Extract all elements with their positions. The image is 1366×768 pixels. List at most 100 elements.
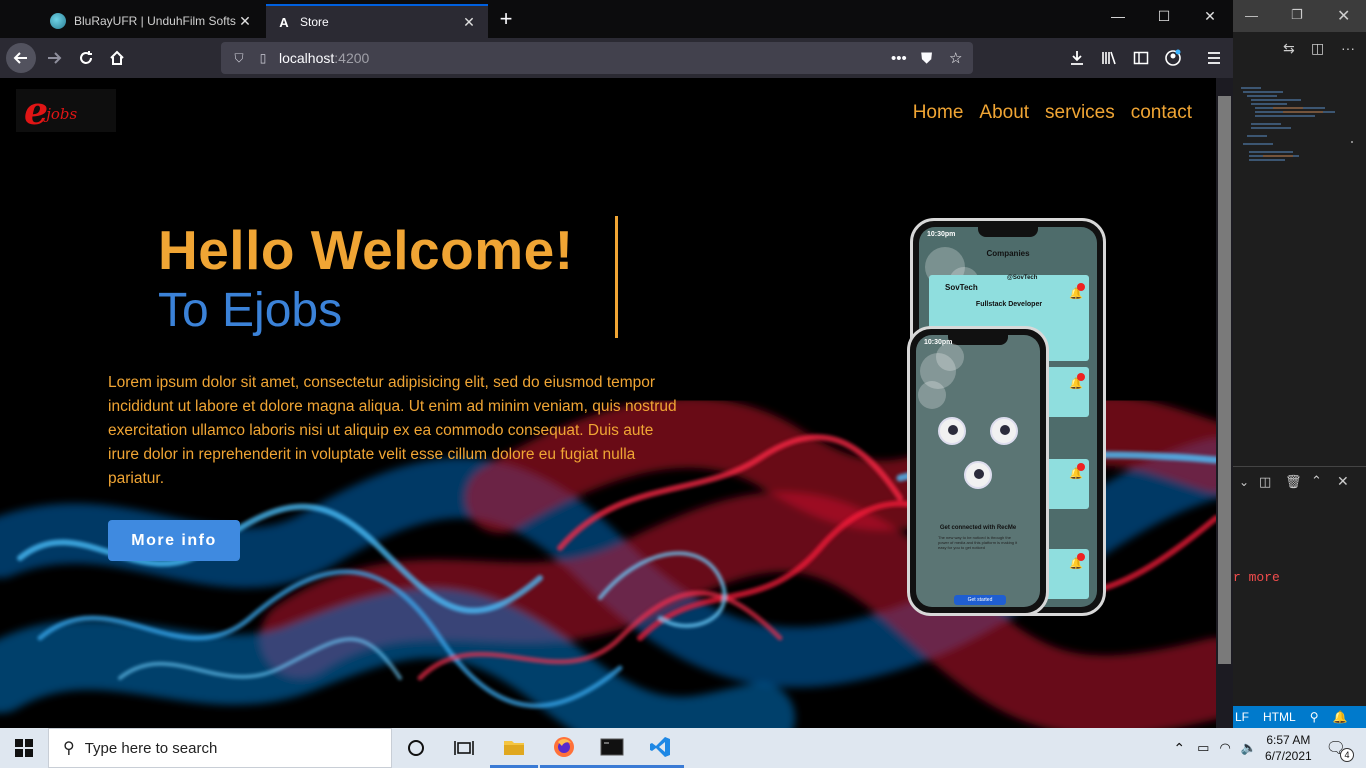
terminal-icon (600, 738, 624, 755)
library-button[interactable] (1095, 44, 1123, 72)
start-button[interactable] (0, 728, 48, 768)
chevron-up-icon[interactable]: ⌃ (1173, 740, 1185, 757)
firefox-icon (554, 736, 574, 757)
reload-button[interactable] (72, 44, 100, 72)
url-host: localhost (279, 50, 335, 66)
account-button[interactable] (1159, 44, 1187, 72)
close-window-button[interactable]: ✕ (1187, 8, 1233, 25)
chevron-up-icon[interactable]: ⌃ (1311, 473, 1322, 489)
downloads-button[interactable] (1063, 44, 1091, 72)
cortana-button[interactable] (392, 728, 440, 768)
back-button[interactable] (6, 43, 36, 73)
bubble-decoration (936, 343, 964, 371)
nav-about-link[interactable]: About (979, 102, 1029, 124)
onboarding-heading: Get connected with RecMe (939, 525, 1017, 531)
panel-toolbar: ⌄ ◫ 🗑 ⌃ ✕ (1233, 466, 1366, 500)
chevron-down-icon[interactable]: ⌄ (1239, 475, 1249, 489)
battery-icon[interactable]: ▭ (1197, 740, 1209, 756)
search-icon: ⚲ (63, 740, 75, 757)
more-actions-icon[interactable]: ··· (1341, 40, 1355, 56)
tab-title: Store (300, 15, 329, 29)
user-avatar (938, 417, 966, 445)
company-name: SovTech (945, 283, 978, 292)
task-view-button[interactable] (440, 728, 488, 768)
user-avatar (990, 417, 1018, 445)
library-icon (1102, 51, 1116, 65)
home-button[interactable] (103, 44, 131, 72)
close-tab-icon[interactable]: ✕ (460, 14, 478, 31)
bell-icon[interactable]: 🔔 (1332, 710, 1347, 724)
page-icon: ▯ (259, 51, 267, 65)
download-icon (1071, 51, 1083, 65)
clock-date: 6/7/2021 (1264, 749, 1312, 763)
cortana-icon (408, 740, 424, 756)
address-bar[interactable]: ⛉ ▯ localhost:4200 ••• ⛊ ☆ (221, 42, 973, 74)
reload-icon (80, 51, 92, 64)
nav-contact-link[interactable]: contact (1131, 102, 1192, 124)
action-center-button[interactable]: 🗨 4 (1326, 738, 1354, 762)
tab-store[interactable]: A Store ✕ (266, 4, 488, 38)
scrollbar-thumb[interactable] (1218, 96, 1231, 664)
volume-icon[interactable]: 🔈 (1241, 740, 1257, 756)
home-icon (110, 50, 124, 65)
terminal-button[interactable] (588, 728, 636, 768)
language-mode[interactable]: HTML (1263, 710, 1296, 724)
account-icon (1165, 49, 1181, 66)
logo-jobs: jobs (46, 104, 78, 123)
hamburger-menu-icon (1208, 52, 1220, 64)
vscode-icon (650, 736, 670, 757)
clock[interactable]: 6:57 AM 6/7/2021 (1265, 732, 1312, 764)
page-actions-icon[interactable]: ••• (891, 42, 907, 74)
minimize-button[interactable]: — (1095, 8, 1141, 24)
companies-title: Companies (986, 249, 1030, 258)
firefox-button[interactable] (540, 728, 588, 768)
notification-badge-icon (1077, 463, 1085, 471)
nav-services-link[interactable]: services (1045, 102, 1115, 124)
bookmark-star-icon[interactable]: ☆ (949, 42, 962, 74)
navigation-toolbar: ⛉ ▯ localhost:4200 ••• ⛊ ☆ (0, 38, 1233, 78)
restore-button[interactable]: ❐ (1291, 7, 1303, 23)
code-minimap (1241, 87, 1353, 161)
file-explorer-button[interactable] (490, 728, 538, 768)
pocket-icon[interactable]: ⛊ (921, 42, 932, 74)
more-info-button[interactable]: More info (108, 520, 240, 561)
vscode-button[interactable] (636, 728, 684, 768)
search-placeholder: Type here to search (84, 739, 218, 757)
trash-icon[interactable]: 🗑 (1285, 474, 1302, 490)
close-panel-icon[interactable]: ✕ (1337, 473, 1349, 490)
nav-home-link[interactable]: Home (913, 102, 964, 124)
split-terminal-icon[interactable]: ◫ (1259, 474, 1271, 490)
logo-e: e (24, 87, 49, 133)
tab-bluray[interactable]: BluRayUFR | UnduhFilm Softsub ✕ (40, 4, 264, 38)
hero-paragraph: Lorem ipsum dolor sit amet, consectetur … (108, 374, 677, 487)
onboarding-text: The new way to be noticed is through the… (938, 535, 1018, 550)
site-nav: Home About services contact (913, 102, 1192, 124)
sidebar-icon (1133, 51, 1149, 65)
ejobs-logo[interactable]: e jobs (16, 89, 116, 132)
split-editor-icon[interactable]: ◫ (1311, 40, 1324, 57)
sidebar-button[interactable] (1127, 44, 1155, 72)
terminal-output: r more (1233, 570, 1280, 585)
new-tab-button[interactable]: + (494, 8, 518, 30)
close-window-button[interactable]: ✕ (1337, 6, 1350, 26)
hero-heading: Hello Welcome! (158, 219, 574, 281)
angular-favicon-icon: A (279, 14, 289, 30)
vscode-statusbar: LF HTML ⚲ 🔔 (1233, 706, 1366, 728)
taskbar-search[interactable]: ⚲ Type here to search (48, 728, 392, 768)
wifi-icon[interactable]: ◠ (1219, 740, 1230, 756)
compare-icon[interactable]: ⇆ (1283, 40, 1295, 57)
tab-title: BluRayUFR | UnduhFilm Softsub (74, 14, 236, 28)
menu-button[interactable] (1200, 44, 1228, 72)
typing-cursor (615, 216, 618, 338)
minimize-button[interactable]: — (1245, 8, 1258, 23)
shield-icon: ⛉ (234, 50, 244, 65)
feedback-icon[interactable]: ⚲ (1310, 710, 1319, 724)
forward-button[interactable] (40, 44, 68, 72)
task-view-icon (454, 741, 474, 755)
maximize-button[interactable]: ☐ (1141, 8, 1187, 25)
url-port: :4200 (334, 50, 370, 66)
eol-indicator[interactable]: LF (1235, 710, 1249, 724)
phone-mockup-front: 10:30pm Get connected with RecMe The new… (907, 326, 1049, 616)
close-tab-icon[interactable]: ✕ (236, 13, 254, 30)
phone-time: 10:30pm (927, 231, 956, 238)
